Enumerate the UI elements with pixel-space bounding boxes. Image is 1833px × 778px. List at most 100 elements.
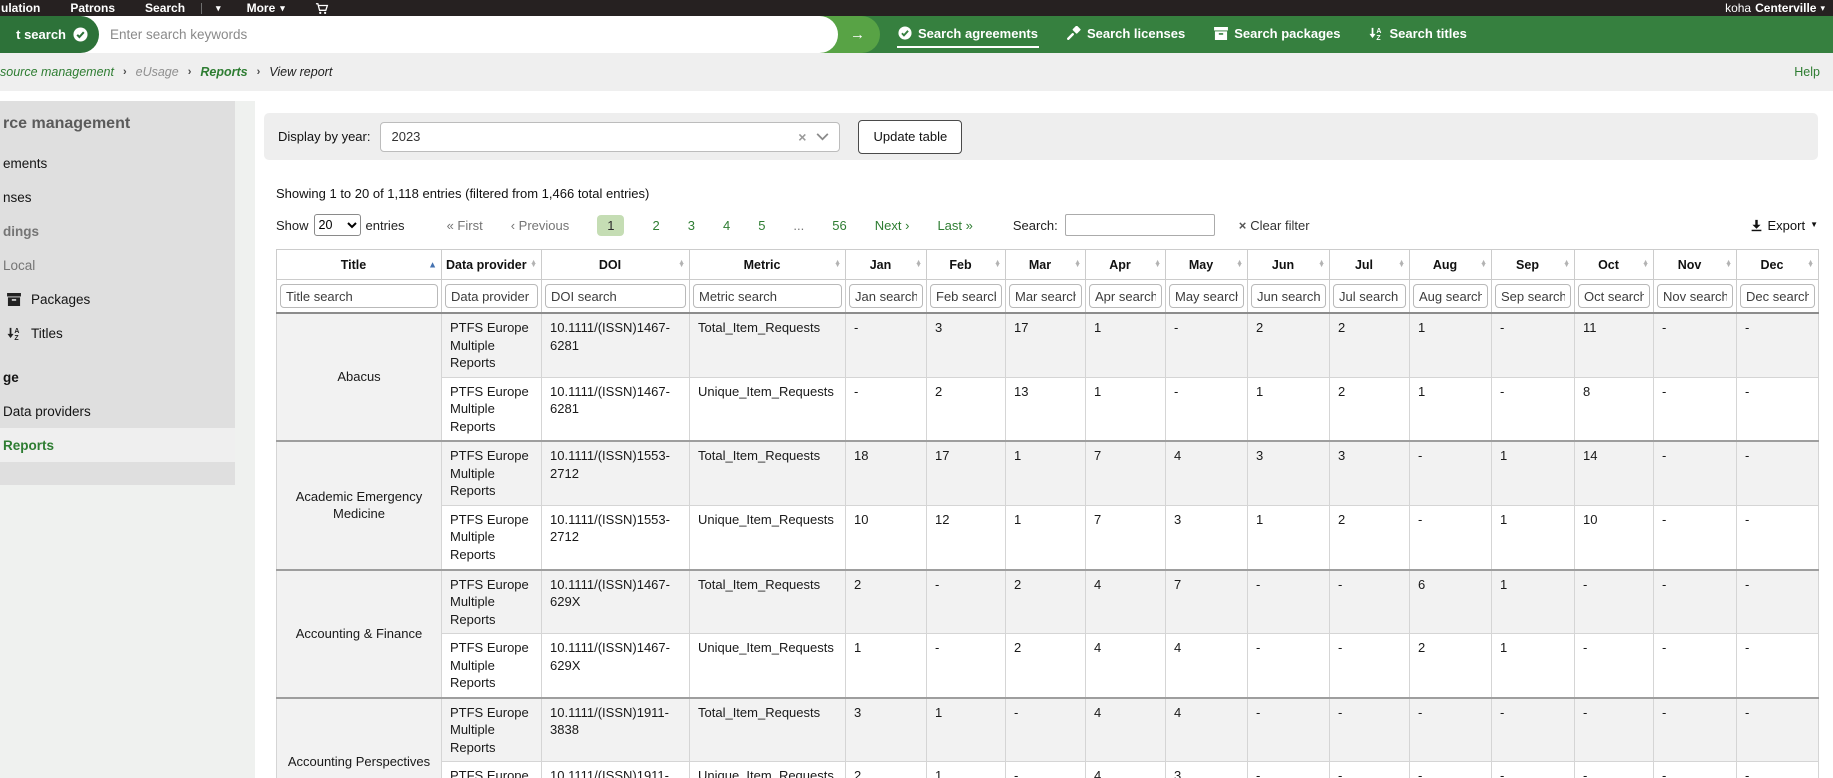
filter-input-sep[interactable] xyxy=(1495,284,1571,308)
column-header-dec[interactable]: Dec▲▼ xyxy=(1737,250,1819,280)
cell-jan: 3 xyxy=(846,698,927,762)
column-header-aug[interactable]: Aug▲▼ xyxy=(1410,250,1492,280)
export-button[interactable]: Export ▼ xyxy=(1750,218,1819,233)
agreement-search-pill[interactable]: t search xyxy=(0,16,99,53)
cell-jul: - xyxy=(1330,698,1410,762)
cell-nov: - xyxy=(1654,441,1737,505)
next-page-button[interactable]: Next › xyxy=(875,218,910,233)
column-header-apr[interactable]: Apr▲▼ xyxy=(1086,250,1166,280)
filter-input-oct[interactable] xyxy=(1578,284,1650,308)
column-header-mar[interactable]: Mar▲▼ xyxy=(1006,250,1086,280)
cell-dec: - xyxy=(1737,698,1819,762)
sidebar-item-reports[interactable]: Reports xyxy=(0,428,235,462)
account-menu[interactable]: koha Centerville ▾ xyxy=(1725,1,1825,15)
filter-input-jul[interactable] xyxy=(1333,284,1406,308)
previous-page-button[interactable]: ‹ Previous xyxy=(511,218,570,233)
cell-jun: - xyxy=(1248,762,1330,778)
topnav-item-search[interactable]: Search xyxy=(145,1,185,15)
page-number-3[interactable]: 3 xyxy=(688,218,695,233)
cell-data-provider: PTFS Europe Multiple Reports xyxy=(442,762,542,778)
cell-dec: - xyxy=(1737,313,1819,377)
filter-input-nov[interactable] xyxy=(1657,284,1733,308)
page-number-56[interactable]: 56 xyxy=(832,218,846,233)
cell-aug: - xyxy=(1410,441,1492,505)
cell-sep: - xyxy=(1492,377,1575,441)
arrow-right-icon: → xyxy=(850,26,865,43)
search-dropdown-caret-icon[interactable]: ▾ xyxy=(216,4,221,13)
cell-aug: 1 xyxy=(1410,313,1492,377)
sidebar-item-titles[interactable]: A Z Titles xyxy=(0,316,235,350)
column-header-sep[interactable]: Sep▲▼ xyxy=(1492,250,1575,280)
page-size-select[interactable]: 20 xyxy=(314,214,361,236)
column-header-metric[interactable]: Metric ▲▼ xyxy=(690,250,846,280)
chevron-down-icon[interactable] xyxy=(816,133,829,141)
filter-cell xyxy=(1492,280,1575,314)
breadcrumb-erm[interactable]: source management xyxy=(0,65,114,79)
tab-search-packages[interactable]: Search packages xyxy=(1213,22,1341,48)
filter-input-may[interactable] xyxy=(1169,284,1244,308)
filter-input-jan[interactable] xyxy=(849,284,923,308)
filter-input-metric[interactable] xyxy=(693,284,842,308)
page-number-5[interactable]: 5 xyxy=(758,218,765,233)
column-header-may[interactable]: May▲▼ xyxy=(1166,250,1248,280)
column-header-nov[interactable]: Nov▲▼ xyxy=(1654,250,1737,280)
column-header-jan[interactable]: Jan▲▼ xyxy=(846,250,927,280)
sidebar-item-local[interactable]: Local xyxy=(0,248,235,282)
filter-cell xyxy=(542,280,690,314)
cell-title: Accounting Perspectives xyxy=(277,698,442,778)
svg-text:A: A xyxy=(14,328,19,335)
column-header-oct[interactable]: Oct▲▼ xyxy=(1575,250,1654,280)
filter-input-data-provider[interactable] xyxy=(445,284,538,308)
table-search-input[interactable] xyxy=(1065,214,1215,236)
column-header-doi[interactable]: DOI ▲▼ xyxy=(542,250,690,280)
search-input[interactable] xyxy=(80,16,838,53)
cell-apr: 4 xyxy=(1086,634,1166,698)
sidebar-item-data-providers[interactable]: Data providers xyxy=(0,394,235,428)
breadcrumb-reports[interactable]: Reports xyxy=(200,65,247,79)
column-header-jun[interactable]: Jun▲▼ xyxy=(1248,250,1330,280)
tab-search-titles[interactable]: A Z Search titles xyxy=(1368,22,1467,48)
sidebar-item-licenses[interactable]: nses xyxy=(0,180,235,214)
cell-jun: - xyxy=(1248,570,1330,634)
filter-input-title[interactable] xyxy=(280,284,438,308)
cart-icon[interactable] xyxy=(315,2,329,15)
cell-may: 4 xyxy=(1166,441,1248,505)
sidebar-item-agreements[interactable]: ements xyxy=(0,146,235,180)
filter-input-mar[interactable] xyxy=(1009,284,1082,308)
column-header-data-provider[interactable]: Data provider ▲▼ xyxy=(442,250,542,280)
cell-may: 4 xyxy=(1166,698,1248,762)
topnav-item-circulation[interactable]: ulation xyxy=(1,1,40,15)
first-page-button[interactable]: « First xyxy=(447,218,483,233)
filter-input-feb[interactable] xyxy=(930,284,1002,308)
filter-input-dec[interactable] xyxy=(1740,284,1815,308)
tab-search-agreements[interactable]: Search agreements xyxy=(897,22,1039,48)
clear-filter-button[interactable]: × Clear filter xyxy=(1239,218,1310,233)
topnav-item-more[interactable]: More ▾ xyxy=(247,1,285,15)
tab-search-licenses[interactable]: Search licenses xyxy=(1066,22,1186,48)
column-header-title[interactable]: Title ▲ xyxy=(277,250,442,280)
filter-input-apr[interactable] xyxy=(1089,284,1162,308)
page-number-4[interactable]: 4 xyxy=(723,218,730,233)
column-header-feb[interactable]: Feb▲▼ xyxy=(927,250,1006,280)
cell-oct: - xyxy=(1575,762,1654,778)
filter-input-jun[interactable] xyxy=(1251,284,1326,308)
sidebar-item-packages[interactable]: Packages xyxy=(0,282,235,316)
year-select[interactable]: 2023 × xyxy=(380,122,840,152)
page-number-2[interactable]: 2 xyxy=(652,218,659,233)
last-page-button[interactable]: Last » xyxy=(937,218,972,233)
update-table-button[interactable]: Update table xyxy=(858,120,962,154)
cell-jun: 3 xyxy=(1248,441,1330,505)
page-number-1[interactable]: 1 xyxy=(597,215,624,236)
clear-year-icon[interactable]: × xyxy=(798,129,806,145)
cell-oct: - xyxy=(1575,698,1654,762)
filter-input-doi[interactable] xyxy=(545,284,686,308)
cell-feb: 12 xyxy=(927,505,1006,569)
filter-input-aug[interactable] xyxy=(1413,284,1488,308)
cell-jan: 18 xyxy=(846,441,927,505)
column-header-jul[interactable]: Jul▲▼ xyxy=(1330,250,1410,280)
caret-down-icon: ▼ xyxy=(1810,221,1818,229)
help-link[interactable]: Help xyxy=(1794,65,1820,79)
topnav-item-patrons[interactable]: Patrons xyxy=(70,1,115,15)
breadcrumb-eusage[interactable]: eUsage xyxy=(136,65,179,79)
page-ellipsis: ... xyxy=(793,218,804,233)
